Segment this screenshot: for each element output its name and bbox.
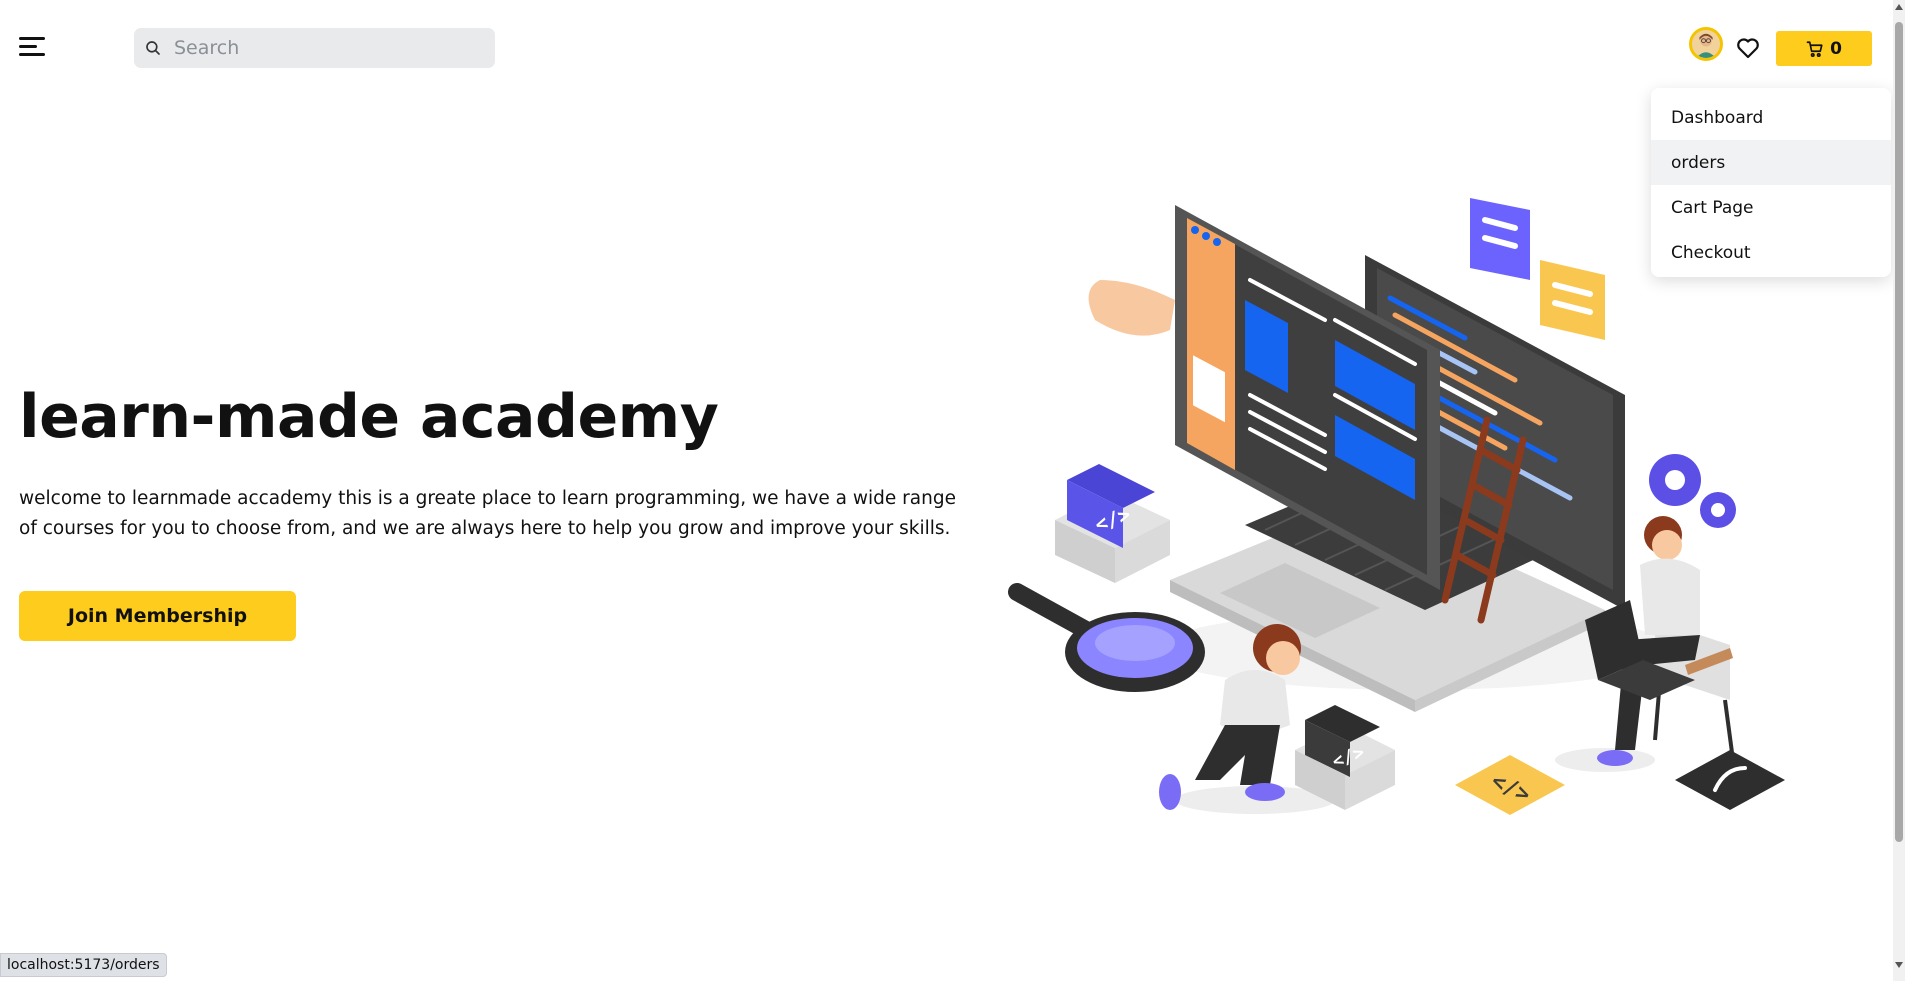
search-input[interactable] [134, 28, 495, 68]
hero-description: welcome to learnmade accademy this is a … [19, 488, 956, 539]
join-membership-button[interactable]: Join Membership [19, 591, 296, 641]
dropdown-item-dashboard[interactable]: Dashboard [1651, 95, 1891, 140]
avatar-image [1692, 30, 1720, 58]
scroll-down-arrow-icon[interactable] [1895, 962, 1903, 968]
scrollbar[interactable] [1893, 0, 1905, 981]
search-bar [134, 28, 495, 68]
hamburger-menu-icon[interactable] [19, 37, 45, 59]
status-url: localhost:5173/orders [0, 953, 167, 977]
scroll-up-arrow-icon[interactable] [1895, 4, 1903, 10]
cart-count: 0 [1830, 38, 1842, 59]
navbar: 0 [0, 0, 1893, 96]
cart-button[interactable]: 0 [1776, 31, 1872, 66]
dropdown-item-orders[interactable]: orders [1651, 140, 1891, 185]
shopping-cart-icon [1806, 40, 1823, 57]
search-icon [146, 41, 160, 55]
scrollbar-thumb[interactable] [1895, 22, 1903, 842]
hero-title: learn-made academy [19, 382, 719, 452]
hero-illustration: </> </> </> [1008, 198, 1785, 815]
heart-icon[interactable] [1736, 37, 1760, 59]
avatar[interactable] [1689, 27, 1723, 61]
